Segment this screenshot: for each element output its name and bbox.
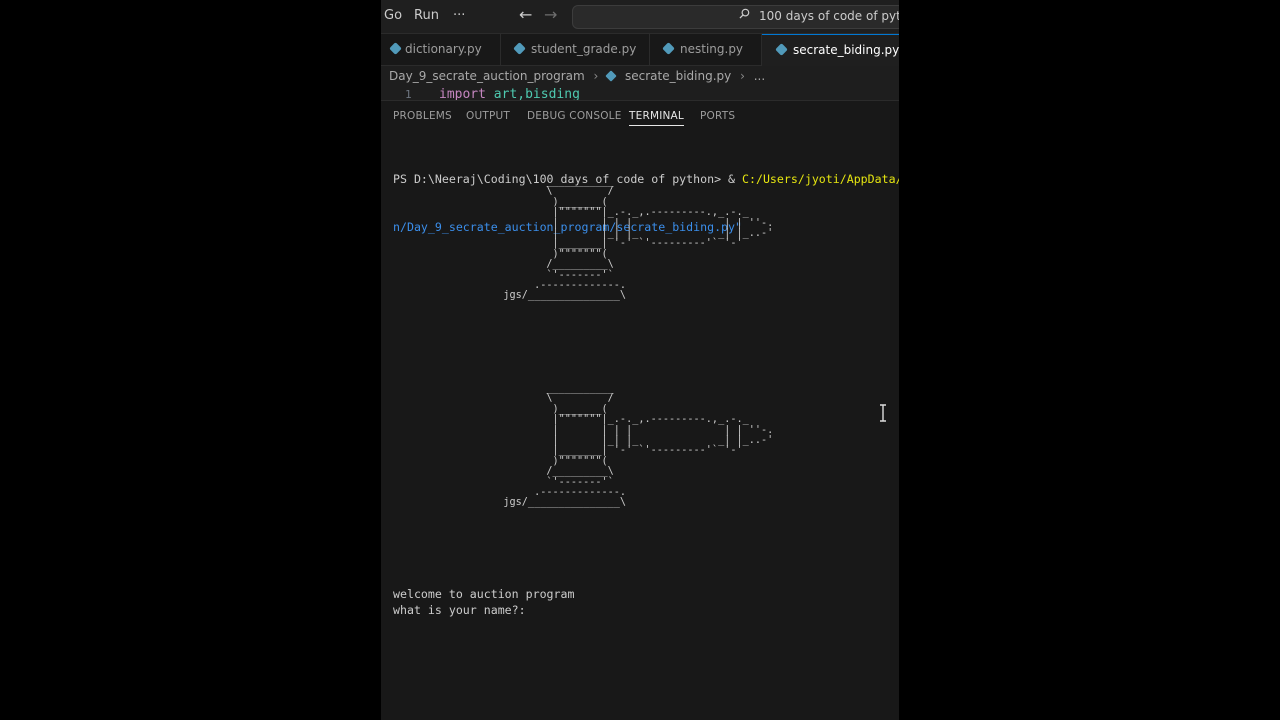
forward-arrow-icon[interactable]: → <box>544 5 557 24</box>
breadcrumb-more[interactable]: ... <box>754 69 765 83</box>
tab-ports[interactable]: PORTS <box>700 110 735 122</box>
breadcrumb-folder[interactable]: Day_9_secrate_auction_program <box>389 69 585 83</box>
tab-label: student_grade.py <box>531 42 637 56</box>
python-file-icon <box>605 69 617 82</box>
chevron-right-icon: › <box>740 68 745 83</box>
tab-terminal[interactable]: TERMINAL <box>629 110 684 126</box>
editor-tabs: dictionary.py student_grade.py nesting.p… <box>381 34 899 66</box>
text-cursor-icon <box>880 404 886 422</box>
tab-secrate-biding[interactable]: secrate_biding.py <box>762 34 899 66</box>
command-center-text: 100 days of code of python <box>759 9 899 23</box>
menu-go[interactable]: Go <box>384 8 402 23</box>
terminal-input-prompt: what is your name?: <box>393 603 526 617</box>
tab-nesting[interactable]: nesting.py <box>650 34 762 65</box>
chevron-right-icon: › <box>593 68 599 83</box>
code-modules: art,bisding <box>493 87 580 100</box>
vscode-window: Go Run ··· ← → 100 days of code of pytho… <box>381 0 899 720</box>
tab-label: secrate_biding.py <box>793 43 899 57</box>
tab-label: nesting.py <box>680 42 744 56</box>
bottom-panel: PROBLEMS OUTPUT DEBUG CONSOLE TERMINAL P… <box>381 100 899 720</box>
command-center-search[interactable]: 100 days of code of python <box>572 5 899 29</box>
breadcrumb: Day_9_secrate_auction_program › secrate_… <box>389 68 765 86</box>
menu-more[interactable]: ··· <box>453 8 465 23</box>
tab-output[interactable]: OUTPUT <box>466 110 510 122</box>
tab-debug-console[interactable]: DEBUG CONSOLE <box>527 110 622 122</box>
code-text: import art,bisding <box>439 87 580 100</box>
search-icon <box>739 8 750 19</box>
python-file-icon <box>662 42 675 55</box>
gavel-ascii-art: ___________ \ / )_______( |"""""""|_.-._… <box>503 176 774 302</box>
menu-run[interactable]: Run <box>414 8 439 23</box>
tab-label: dictionary.py <box>405 42 482 56</box>
gavel-ascii-art: ___________ \ / )_______( |"""""""|_.-._… <box>503 383 774 509</box>
title-bar: Go Run ··· ← → 100 days of code of pytho… <box>381 0 899 34</box>
python-file-icon <box>389 42 402 55</box>
python-file-icon <box>513 42 526 55</box>
back-arrow-icon[interactable]: ← <box>519 5 532 24</box>
breadcrumb-file[interactable]: secrate_biding.py <box>625 69 731 83</box>
editor-code-line[interactable]: 1 import art,bisding <box>381 87 899 100</box>
terminal-output-line: welcome to auction program <box>393 587 575 601</box>
tab-dictionary[interactable]: dictionary.py <box>381 34 501 65</box>
line-number: 1 <box>405 88 412 100</box>
terminal[interactable]: PS D:\Neeraj\Coding\100 days of code of … <box>393 139 899 617</box>
tab-student-grade[interactable]: student_grade.py <box>501 34 650 65</box>
tab-problems[interactable]: PROBLEMS <box>393 110 452 122</box>
python-file-icon <box>775 43 788 56</box>
code-keyword: import <box>439 87 486 100</box>
